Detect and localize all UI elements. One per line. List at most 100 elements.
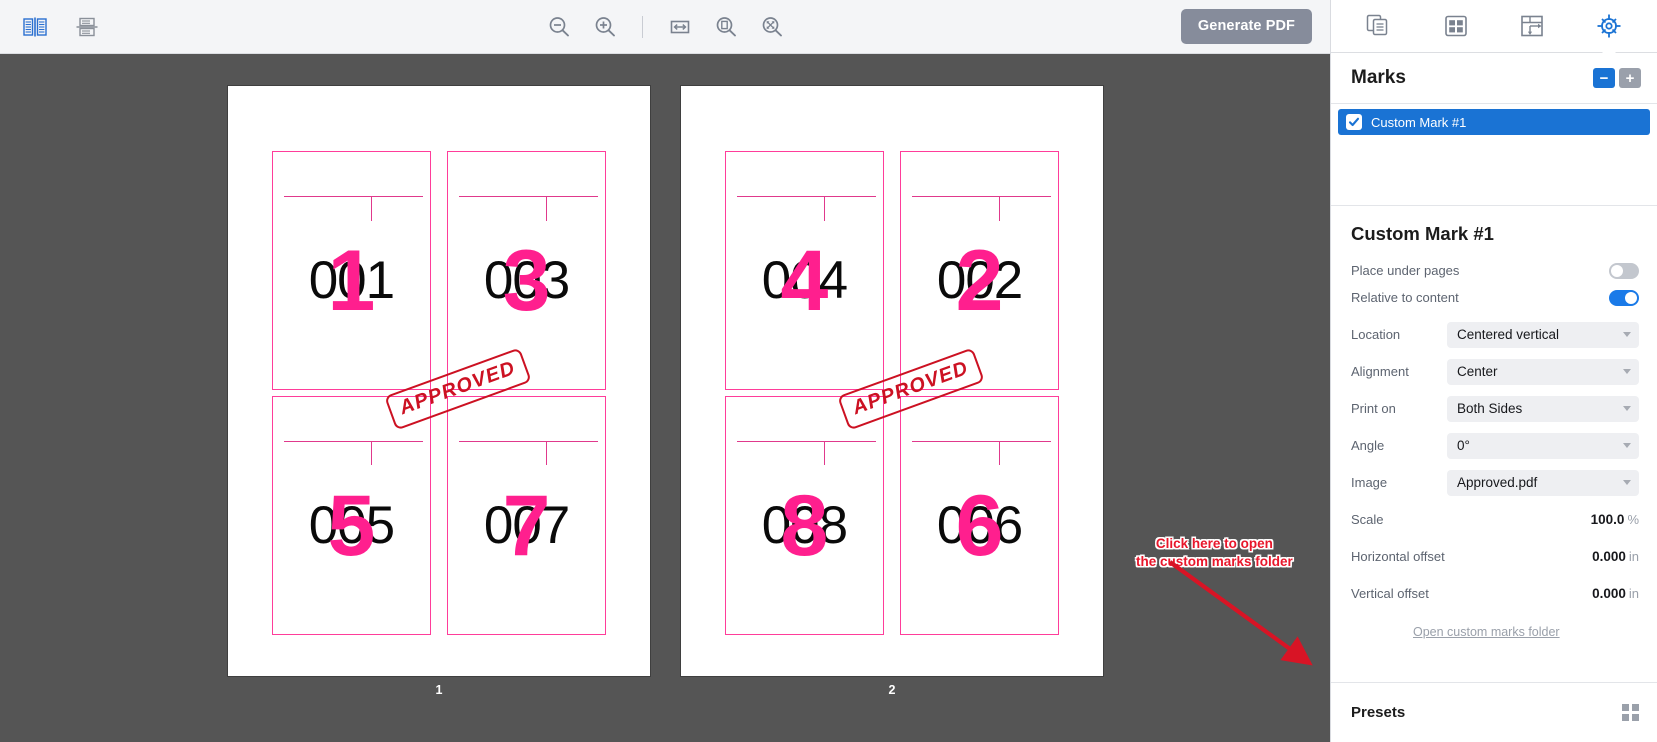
toggle-knob [1611,264,1623,277]
property-label: Scale [1351,512,1384,527]
imposition-cell[interactable]: 005 5 [272,395,431,635]
right-panel: Marks − + Custom Mark #1 Custom Mark #1 … [1330,0,1657,742]
fit-window-icon[interactable] [757,12,787,42]
chevron-down-icon [1623,369,1631,374]
imposition-cell[interactable]: 002 2 [900,150,1059,390]
relative-to-content-toggle[interactable] [1609,289,1639,306]
toolbar-left-group [0,12,102,42]
mark-properties: Custom Mark #1 Place under pages Relativ… [1331,206,1657,641]
generate-pdf-button[interactable]: Generate PDF [1180,9,1312,44]
property-row-vertical-offset: Vertical offset 0.000 in [1351,580,1639,607]
chevron-down-icon [1623,332,1631,337]
scale-unit: % [1627,512,1639,527]
sheet-page-label: 2 [888,683,896,697]
cell-rule-line [737,440,877,442]
cell-pink-number: 1 [327,232,376,329]
grid-cell [1632,704,1639,711]
location-value: Centered vertical [1457,327,1560,342]
application-window: Generate PDF 001 1 003 3 005 5 007 7 APP… [0,0,1657,742]
image-select[interactable]: Approved.pdf [1447,469,1639,496]
cell-pink-number: 2 [955,232,1004,329]
cell-pink-number: 3 [502,232,551,329]
toolbar-right-group: Generate PDF [1180,0,1312,53]
imposition-cell[interactable]: 006 6 [900,395,1059,635]
cell-rule-line [912,440,1052,442]
imposition-cell[interactable]: 001 1 [272,150,431,390]
list-item[interactable]: Custom Mark #1 [1338,109,1650,135]
angle-value: 0° [1457,438,1470,453]
property-row-place-under-pages: Place under pages [1351,257,1639,284]
top-toolbar: Generate PDF [0,0,1330,54]
tab-layout[interactable] [1434,6,1478,46]
alignment-select[interactable]: Center [1447,358,1639,385]
toolbar-zoom-group [0,0,1330,53]
tab-marks[interactable] [1587,6,1631,54]
property-row-alignment: Alignment Center [1351,358,1639,385]
imposition-sheet-2[interactable]: 004 4 002 2 008 8 006 6 APPROVED [681,86,1103,676]
cell-tick-line [370,440,372,466]
imposition-cell[interactable]: 008 8 [725,395,884,635]
tab-imposition[interactable] [1510,6,1554,46]
annotation-line-1: Click here to open [1155,536,1273,551]
single-page-icon[interactable] [72,12,102,42]
chevron-down-icon [1623,480,1631,485]
vertical-offset-value-group[interactable]: 0.000 in [1592,586,1639,601]
check-icon [1348,117,1360,127]
place-under-pages-toggle[interactable] [1609,262,1639,279]
property-label: Vertical offset [1351,586,1429,601]
grid-layout-icon [1444,15,1467,37]
alignment-value: Center [1457,364,1498,379]
cell-tick-line [370,195,372,221]
preview-canvas[interactable]: 001 1 003 3 005 5 007 7 APPROVED 1 004 4… [0,54,1330,742]
cell-rule-line [912,195,1052,197]
imposition-flow-icon [1521,15,1544,37]
imposition-cell[interactable]: 004 4 [725,150,884,390]
cell-pink-number: 5 [327,477,376,574]
fit-width-icon[interactable] [665,12,695,42]
angle-select[interactable]: 0° [1447,432,1639,459]
chevron-down-icon [1623,443,1631,448]
pages-stack-icon [1367,14,1388,36]
horizontal-offset-unit: in [1628,549,1639,564]
location-select[interactable]: Centered vertical [1447,321,1639,348]
cell-tick-line [823,195,825,221]
property-label: Print on [1351,401,1396,416]
image-value: Approved.pdf [1457,475,1538,490]
scale-value: 100.0 [1590,512,1625,527]
open-custom-marks-folder-link[interactable]: Open custom marks folder [1413,625,1560,639]
remove-mark-button[interactable]: − [1593,68,1615,88]
fit-page-icon[interactable] [711,12,741,42]
marks-list: Custom Mark #1 [1331,103,1657,206]
marks-heading: Marks [1351,67,1406,88]
imposition-cell[interactable]: 003 3 [447,150,606,390]
zoom-out-icon[interactable] [544,12,574,42]
cell-tick-line [546,440,548,466]
two-page-spread-icon[interactable] [20,12,50,42]
property-row-horizontal-offset: Horizontal offset 0.000 in [1351,543,1639,570]
cell-rule-line [459,440,599,442]
tab-pages[interactable] [1357,6,1401,46]
mark-enabled-checkbox[interactable] [1346,114,1362,130]
grid-cell [1632,714,1639,721]
horizontal-offset-value-group[interactable]: 0.000 in [1592,549,1639,564]
print-on-select[interactable]: Both Sides [1447,395,1639,422]
zoom-in-icon[interactable] [590,12,620,42]
presets-heading: Presets [1351,704,1406,721]
presets-grid-icon[interactable] [1622,704,1639,721]
scale-value-group[interactable]: 100.0% [1591,512,1639,527]
imposition-sheet-1[interactable]: 001 1 003 3 005 5 007 7 APPROVED [228,86,650,676]
chevron-down-icon [1623,406,1631,411]
presets-section: Presets [1331,682,1657,742]
imposition-cell[interactable]: 007 7 [447,395,606,635]
cell-pink-number: 6 [955,477,1004,574]
property-row-angle: Angle 0° [1351,432,1639,459]
cell-pink-number: 4 [780,232,829,329]
folder-link-row: Open custom marks folder [1351,607,1639,641]
property-label: Place under pages [1351,263,1460,278]
mark-name-label: Custom Mark #1 [1371,114,1467,130]
grid-cell [1622,714,1629,721]
add-mark-button[interactable]: + [1619,68,1641,88]
cell-tick-line [823,440,825,466]
sheet-wrapper-2: 004 4 002 2 008 8 006 6 APPROVED 2 [681,86,1103,697]
cell-tick-line [999,440,1001,466]
